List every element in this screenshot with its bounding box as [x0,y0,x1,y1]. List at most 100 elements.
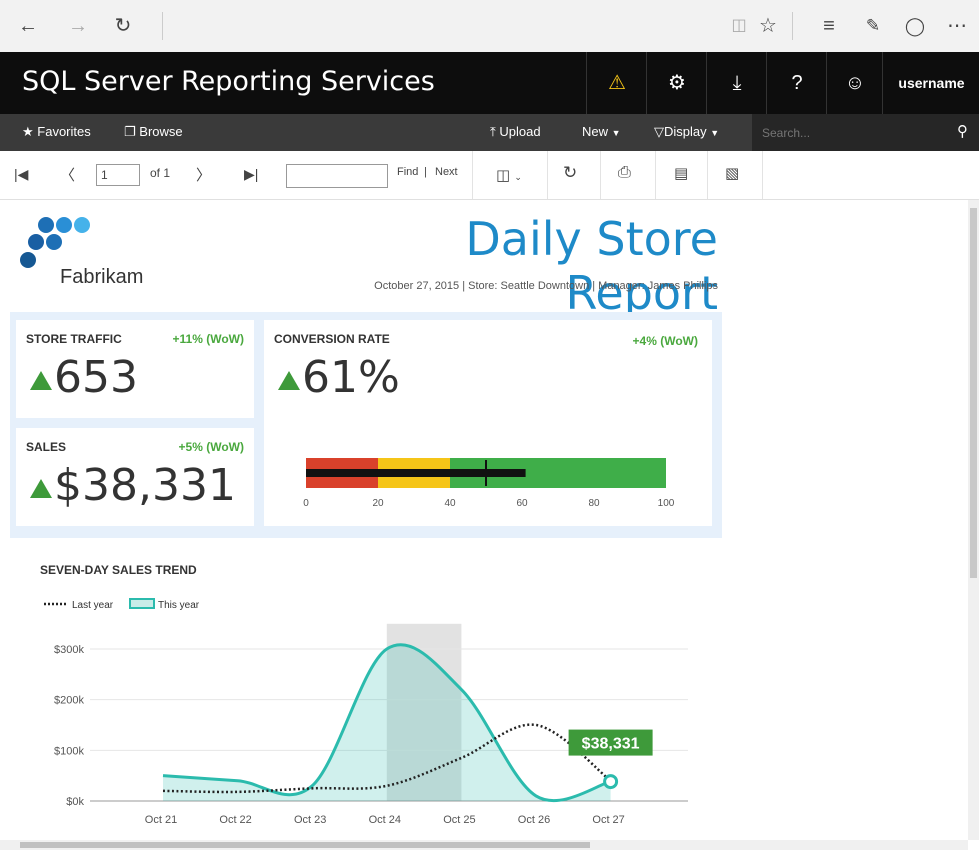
x-tick-label: Oct 24 [369,814,401,826]
toolbar-divider [707,151,708,199]
conversion-rate-label: CONVERSION RATE [274,332,390,346]
smiley-icon: ☺ [844,72,866,94]
share-icon[interactable]: ◯ [904,14,926,38]
favorites-label: Favorites [37,124,91,139]
series-area-this-year [163,644,611,801]
chevron-down-icon: ▼ [611,128,621,138]
hub-icon[interactable]: ≡ [818,14,840,38]
up-arrow-icon [30,371,52,390]
save-menu-button[interactable]: ◫ ⌄ [496,166,522,184]
new-label: New [582,124,609,139]
conversion-rate-card: CONVERSION RATE +4% (WoW) 61% 0 20 40 60 80 1… [264,320,712,526]
logo-text: Fabrikam [60,266,144,288]
y-tick-label: $300k [54,644,84,656]
export-icon[interactable]: ▧ [725,164,739,182]
x-tick-label: Oct 22 [219,814,251,826]
toolbar-divider [762,151,763,199]
warning-button[interactable]: ⚠ [586,52,647,114]
legend-swatch-this-year [129,598,155,609]
report-canvas: Fabrikam Daily Store Report October 27, … [0,200,968,840]
print-icon[interactable]: ⎙ [618,164,631,182]
conversion-rate-value: 61% [302,352,400,403]
vertical-scroll-thumb[interactable] [970,208,977,578]
y-tick-label: $0k [66,796,84,808]
refresh-icon[interactable]: ↻ [111,14,135,38]
first-page-icon[interactable]: |◀ [14,166,28,183]
browser-divider [792,12,793,40]
bullet-tick-label: 60 [516,498,528,509]
toolbar-divider [547,151,548,199]
address-divider [162,12,163,40]
download-button[interactable]: ⤓ [706,52,767,114]
horizontal-scrollbar[interactable] [0,840,968,850]
store-traffic-card: STORE TRAFFIC +11% (WoW) 653 [16,320,254,418]
browse-link[interactable]: ❐ Browse [124,124,183,140]
browser-toolbar: ← → ↻ ◫ ☆ ≡ ✎ ◯ ⋯ [0,0,979,53]
display-label: Display [664,124,707,139]
fabrikam-logo-icon [20,217,90,268]
report-title: Daily Store Report [465,212,718,320]
settings-button[interactable]: ⚙ [646,52,707,114]
app-title: SQL Server Reporting Services [22,66,435,97]
search-icon[interactable]: ⚲ [957,122,968,140]
page-number-field[interactable]: 1 [96,164,140,186]
bullet-value-bar [306,469,526,477]
app-header: SQL Server Reporting Services ⚠ ⚙ ⤓ ? ☺ … [0,52,979,114]
next-page-icon[interactable]: 〉 [196,164,211,185]
layout-icon[interactable]: ▤ [674,164,688,182]
store-traffic-change: +11% (WoW) [172,332,244,346]
report-subtitle: October 27, 2015 | Store: Seattle Downto… [374,280,718,292]
horizontal-scroll-thumb[interactable] [20,842,590,848]
bullet-tick-label: 0 [303,498,309,509]
favorites-link[interactable]: ★ Favorites [22,124,91,140]
star-icon[interactable]: ☆ [757,14,779,38]
up-arrow-icon [278,371,300,390]
next-link[interactable]: Next [435,166,458,178]
filter-icon: ▽ [654,124,664,139]
bullet-tick-label: 20 [372,498,384,509]
help-icon: ? [791,72,803,94]
chevron-down-icon: ▼ [710,128,720,138]
search-input[interactable] [760,123,944,143]
sales-value: $38,331 [54,460,236,511]
warning-icon: ⚠ [608,72,626,94]
upload-icon: ⤒ [490,124,496,139]
back-arrow-icon[interactable]: ← [16,14,40,38]
previous-page-icon[interactable]: 〈 [60,164,75,185]
forward-arrow-icon[interactable]: → [66,14,90,38]
upload-button[interactable]: ⤒ Upload [490,124,541,140]
y-tick-label: $200k [54,695,84,707]
sales-trend-chart: SEVEN-DAY SALES TREND Last year This year $… [40,563,688,826]
display-menu[interactable]: ▽Display ▼ [654,124,719,140]
note-icon[interactable]: ✎ [862,14,884,38]
search-box: ⚲ [752,114,979,151]
toolbar-divider [600,151,601,199]
refresh-report-icon[interactable]: ↻ [563,163,577,183]
x-tick-label: Oct 21 [145,814,177,826]
book-icon[interactable]: ◫ [728,14,750,38]
callout-label: $38,331 [582,736,640,753]
sales-change: +5% (WoW) [178,440,244,454]
more-icon[interactable]: ⋯ [945,14,969,38]
feedback-button[interactable]: ☺ [826,52,883,114]
folder-icon: ❐ [124,124,136,139]
help-button[interactable]: ? [766,52,827,114]
store-traffic-value: 653 [54,352,138,403]
y-tick-label: $100k [54,745,84,757]
username-button[interactable]: username [882,52,979,114]
find-link[interactable]: Find [397,166,418,178]
save-icon: ◫ [496,167,511,184]
x-tick-label: Oct 27 [592,814,624,826]
chart-legend: Last year This year [44,598,200,611]
chart-title: SEVEN-DAY SALES TREND [40,563,197,577]
download-icon: ⤓ [732,72,742,94]
find-input[interactable] [286,164,388,188]
legend-label-last-year: Last year [72,600,114,611]
new-menu[interactable]: New ▼ [582,124,621,139]
up-arrow-icon [30,479,52,498]
store-traffic-label: STORE TRAFFIC [26,332,122,346]
last-page-icon[interactable]: ▶| [244,166,258,183]
vertical-scrollbar[interactable] [968,200,979,840]
end-point-marker [603,774,619,790]
upload-label: Upload [499,124,541,139]
